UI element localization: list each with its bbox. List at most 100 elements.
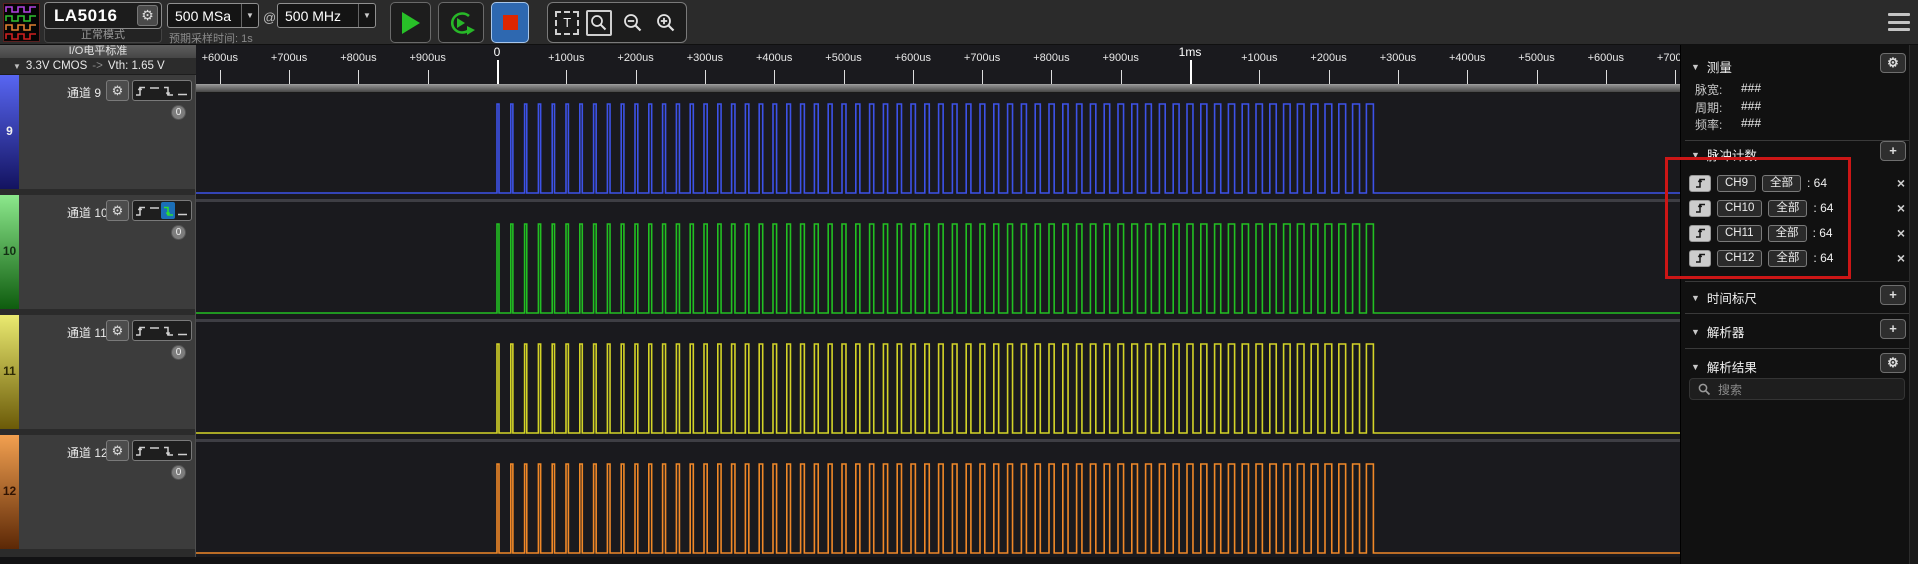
hamburger-menu-icon[interactable] [1888,13,1910,31]
device-selector[interactable]: LA5016 ⚙ [44,2,162,29]
io-level-row[interactable]: ▼ 3.3V CMOS -> Vth: 1.65 V [0,58,196,75]
collapse-arrow-icon[interactable]: ▼ [1691,293,1700,303]
channel-number: 10 [0,244,19,258]
channel-color-strip[interactable]: 11 [0,315,19,429]
io-vth-value: Vth: 1.65 V [108,60,165,72]
section-results-header[interactable]: ▼ 解析结果 [1691,357,1757,376]
pulse-scope-button[interactable]: 全部 [1768,200,1807,217]
channel-settings-gear-icon[interactable]: ⚙ [106,440,129,461]
low-edge-icon [177,205,188,217]
close-icon[interactable]: × [1897,225,1905,241]
pulse-channel-button[interactable]: CH11 [1717,225,1762,242]
pulse-scope-button[interactable]: 全部 [1768,250,1807,267]
search-input[interactable]: 搜索 [1689,378,1905,400]
pulse-channel-button[interactable]: CH10 [1717,200,1762,217]
sample-rate-dropdown[interactable]: 500 MHz ▼ [277,3,376,28]
stop-icon [503,15,518,30]
trigger-high-button[interactable] [147,322,161,339]
channel-settings-gear-icon[interactable]: ⚙ [106,200,129,221]
channel-number: 9 [0,124,19,138]
pulse-scope-button[interactable]: 全部 [1762,175,1801,192]
t-selection-tool-button[interactable]: T [555,11,579,35]
trigger-rising-button[interactable] [133,82,147,99]
channel-name-label[interactable]: 通道 11 [67,324,107,341]
trigger-high-button[interactable] [147,202,161,219]
channel-color-strip[interactable]: 9 [0,75,19,189]
dropdown-arrow-icon[interactable]: ▼ [241,4,258,27]
at-separator: @ [263,10,276,25]
zoom-in-button[interactable] [653,10,679,36]
measure-value: ### [1741,99,1761,113]
collapse-arrow-icon[interactable]: ▼ [1691,62,1700,72]
rising-edge-icon[interactable] [1689,225,1711,242]
trigger-high-button[interactable] [147,82,161,99]
trigger-low-button[interactable] [175,82,189,99]
collapse-arrow-icon[interactable]: ▼ [1691,362,1700,372]
close-icon[interactable]: × [1897,250,1905,266]
channel-color-strip[interactable]: 12 [0,435,19,549]
rising-edge-icon [1695,227,1706,239]
trigger-low-button[interactable] [175,322,189,339]
channel-color-strip[interactable]: 10 [0,195,19,309]
trigger-rising-button[interactable] [133,322,147,339]
collapse-arrow-icon[interactable]: ▼ [1691,150,1700,160]
sample-depth-dropdown[interactable]: 500 MSa ▼ [167,3,259,28]
trigger-rising-button[interactable] [133,202,147,219]
io-standard-value: 3.3V CMOS [26,60,87,72]
dropdown-arrow-icon[interactable]: ▼ [358,4,375,27]
channel-name-label[interactable]: 通道 10 [67,204,108,221]
channel-name-label[interactable]: 通道 9 [67,84,101,101]
trigger-rising-button[interactable] [133,442,147,459]
channel-settings-gear-icon[interactable]: ⚙ [106,80,129,101]
add-pulse-counter-button[interactable]: + [1880,141,1906,161]
add-time-ruler-button[interactable]: + [1880,285,1906,305]
pulse-channel-button[interactable]: CH9 [1717,175,1756,192]
repeat-capture-button[interactable] [438,2,484,43]
rising-edge-icon[interactable] [1689,250,1711,267]
pulse-count-row: CH10全部: 64× [1689,198,1911,218]
close-icon[interactable]: × [1897,200,1905,216]
collapse-arrow-icon[interactable]: ▼ [1691,327,1700,337]
sample-depth-value: 500 MSa [168,8,241,24]
add-decoder-button[interactable]: + [1880,319,1906,339]
results-settings-gear-icon[interactable]: ⚙ [1880,353,1906,373]
start-capture-button[interactable] [390,2,431,43]
stop-capture-button[interactable] [491,2,529,43]
section-measure-header[interactable]: ▼ 测量 [1691,57,1732,76]
rising-edge-icon [135,445,146,457]
section-pulse-count-header[interactable]: ▼ 脉冲计数 [1691,145,1757,164]
channel-settings-gear-icon[interactable]: ⚙ [106,320,129,341]
pulse-scope-button[interactable]: 全部 [1768,225,1807,242]
right-panel-scrollbar[interactable] [1909,45,1918,564]
channel-block: 12通道 12⚙0 [0,435,195,549]
pulse-channel-button[interactable]: CH12 [1717,250,1762,267]
trigger-falling-button[interactable] [161,202,175,219]
trigger-low-button[interactable] [175,202,189,219]
trigger-button-group [132,80,192,101]
device-settings-gear-icon[interactable]: ⚙ [137,5,158,26]
rising-edge-icon [135,205,146,217]
zoom-out-button[interactable] [620,10,646,36]
trigger-falling-button[interactable] [161,82,175,99]
zoom-selection-button[interactable] [586,10,612,36]
trigger-falling-button[interactable] [161,442,175,459]
trigger-falling-button[interactable] [161,322,175,339]
capture-mode-label[interactable]: 正常模式 [44,29,162,43]
trigger-high-button[interactable] [147,442,161,459]
rising-edge-icon[interactable] [1689,200,1711,217]
collapse-arrow-icon[interactable]: ▼ [13,62,21,71]
rising-edge-icon[interactable] [1689,175,1711,192]
trigger-low-button[interactable] [175,442,189,459]
panel-divider [1685,140,1913,141]
channel-name-label[interactable]: 通道 12 [67,444,108,461]
section-decoder-header[interactable]: ▼ 解析器 [1691,322,1744,341]
channel-number: 11 [0,364,19,378]
decoder-title: 解析器 [1707,322,1745,341]
pulse-count-row: CH11全部: 64× [1689,223,1911,243]
low-edge-icon [177,445,188,457]
section-time-ruler-header[interactable]: ▼ 时间标尺 [1691,288,1757,307]
measure-settings-gear-icon[interactable]: ⚙ [1880,53,1906,73]
close-icon[interactable]: × [1897,175,1905,191]
channel-block: 10通道 10⚙0 [0,195,195,309]
waveform-area[interactable]: +600us+700us+800us+900us0+100us+200us+30… [196,45,1680,564]
